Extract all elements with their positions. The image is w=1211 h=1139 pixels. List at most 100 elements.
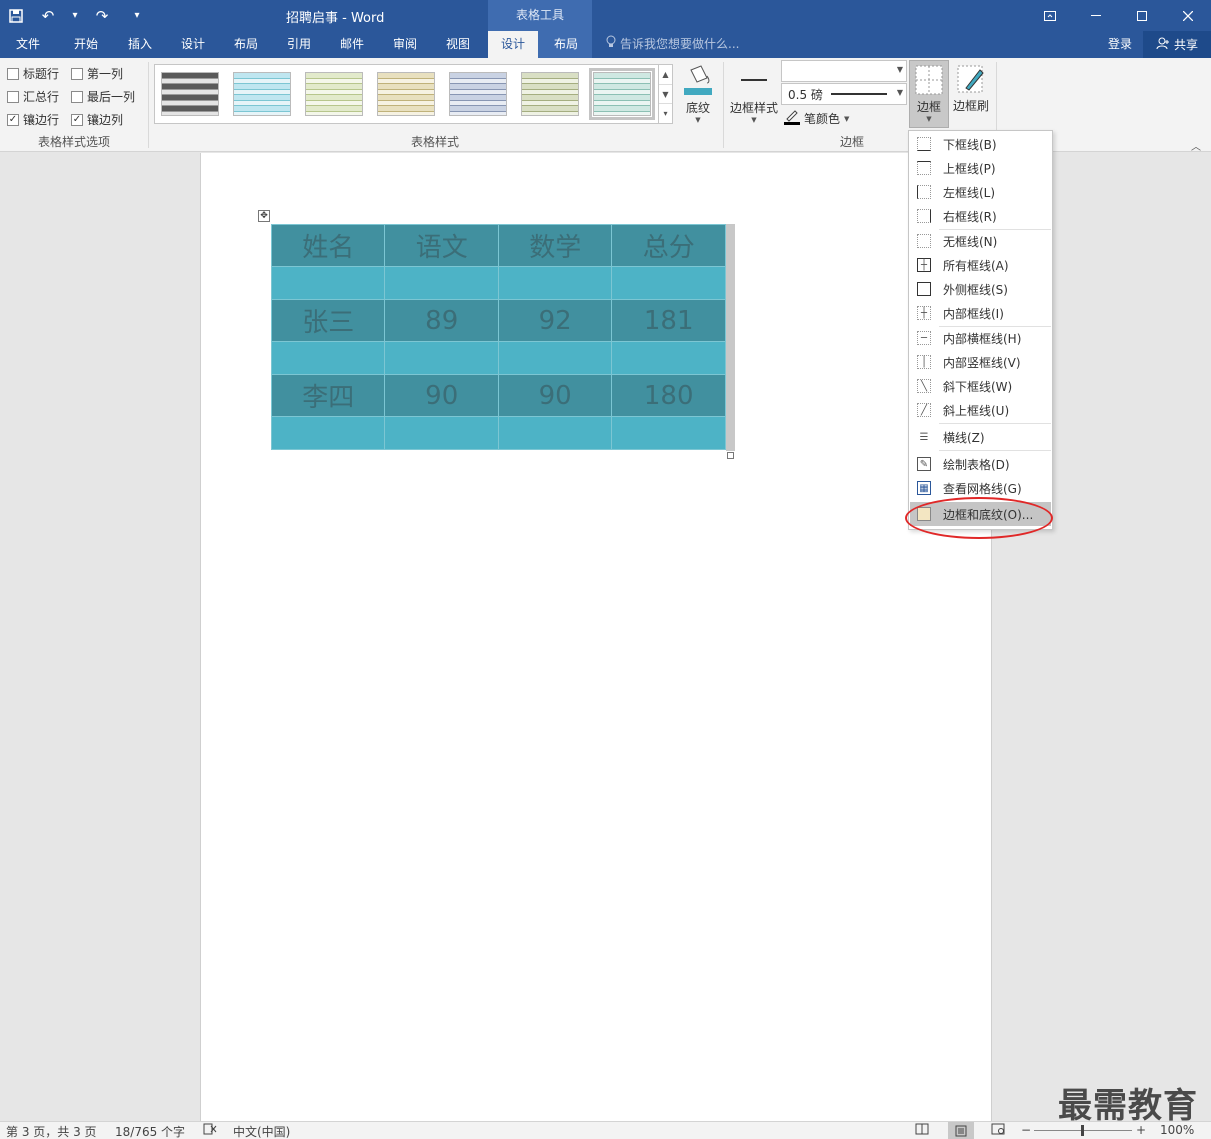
table-cell[interactable]	[611, 416, 726, 450]
line-style-combo[interactable]: ▼	[781, 60, 907, 82]
table-cell[interactable]	[497, 416, 613, 450]
tab-references[interactable]: 引用	[277, 31, 321, 58]
gallery-up-icon[interactable]: ▲	[659, 65, 672, 85]
redo-icon[interactable]: ↷	[86, 0, 118, 31]
tell-me-box[interactable]: 告诉我您想要做什么...	[606, 31, 739, 58]
table-cell[interactable]	[611, 266, 726, 300]
print-layout-icon[interactable]	[948, 1122, 974, 1139]
gallery-more-icon[interactable]: ▾	[659, 104, 672, 123]
menu-item-inside-vertical[interactable]: │ 内部竖框线(V)	[910, 350, 1051, 374]
banded-rows-option[interactable]: ✓ 镶边行	[7, 111, 59, 128]
banded-columns-option[interactable]: ✓ 镶边列	[71, 111, 123, 128]
header-row-option[interactable]: 标题行	[7, 65, 59, 82]
line-style-dropdown-icon[interactable]: ▼	[897, 65, 903, 74]
tab-review[interactable]: 审阅	[383, 31, 427, 58]
proofing-icon[interactable]	[203, 1123, 217, 1138]
table-style-swatch[interactable]	[377, 72, 435, 116]
undo-dropdown-icon[interactable]: ▾	[64, 0, 86, 31]
table-style-swatch[interactable]	[161, 72, 219, 116]
menu-item-inside-borders[interactable]: ┼ 内部框线(I)	[910, 301, 1051, 325]
word-count[interactable]: 18/765 个字	[115, 1123, 185, 1139]
shading-button[interactable]: 底纹 ▼	[680, 64, 716, 124]
pen-weight-dropdown-icon[interactable]: ▼	[897, 88, 903, 97]
table-cell[interactable]	[270, 266, 386, 300]
banded-columns-checkbox[interactable]: ✓	[71, 113, 83, 126]
first-column-checkbox[interactable]	[71, 67, 83, 80]
pen-weight-combo[interactable]: 0.5 磅 ▼	[781, 83, 907, 105]
qat-customize-icon[interactable]: ▾	[126, 0, 148, 31]
table-cell[interactable]	[270, 341, 386, 375]
first-column-option[interactable]: 第一列	[71, 65, 123, 82]
menu-item-diagonal-up[interactable]: ╱ 斜上框线(U)	[910, 398, 1051, 422]
table-cell[interactable]: 李四	[270, 374, 386, 417]
table-cell[interactable]: 89	[384, 299, 499, 342]
table-cell[interactable]: 90	[497, 374, 613, 417]
score-table[interactable]: 姓名 语文 数学 总分 张三 89 92 181 李四 90 90 180	[270, 224, 726, 450]
total-row-checkbox[interactable]	[7, 90, 19, 103]
menu-item-top-border[interactable]: 上框线(P)	[910, 156, 1051, 180]
menu-item-right-border[interactable]: 右框线(R)	[910, 204, 1051, 228]
table-style-swatch[interactable]	[305, 72, 363, 116]
banded-rows-checkbox[interactable]: ✓	[7, 113, 19, 126]
table-cell[interactable]: 总分	[611, 224, 726, 267]
tab-insert[interactable]: 插入	[118, 31, 162, 58]
table-cell[interactable]	[611, 341, 726, 375]
save-icon[interactable]	[0, 0, 32, 31]
tab-home[interactable]: 开始	[64, 31, 108, 58]
total-row-option[interactable]: 汇总行	[7, 88, 59, 105]
menu-item-horizontal-line[interactable]: ☰ 横线(Z)	[910, 425, 1051, 449]
pen-color-button[interactable]: 笔颜色 ▼	[784, 109, 849, 128]
menu-item-draw-table[interactable]: ✎ 绘制表格(D)	[910, 452, 1051, 476]
borders-button[interactable]: 边框 ▼	[909, 60, 949, 128]
collapse-ribbon-icon[interactable]: ︿	[1191, 138, 1201, 153]
menu-item-no-border[interactable]: 无框线(N)	[910, 229, 1051, 253]
last-column-checkbox[interactable]	[71, 90, 83, 103]
table-cell[interactable]: 90	[384, 374, 499, 417]
tab-layout[interactable]: 布局	[224, 31, 268, 58]
zoom-out-icon[interactable]: −	[1021, 1123, 1031, 1137]
table-style-swatch[interactable]	[449, 72, 507, 116]
page-count[interactable]: 第 3 页，共 3 页	[6, 1123, 97, 1139]
table-cell[interactable]: 张三	[270, 299, 386, 342]
table-cell[interactable]	[384, 416, 499, 450]
menu-item-diagonal-down[interactable]: ╲ 斜下框线(W)	[910, 374, 1051, 398]
language-indicator[interactable]: 中文(中国)	[233, 1123, 290, 1139]
ribbon-display-icon[interactable]	[1027, 0, 1073, 31]
menu-item-inside-horizontal[interactable]: ─ 内部横框线(H)	[910, 326, 1051, 350]
table-cell[interactable]	[497, 341, 613, 375]
table-cell[interactable]	[270, 416, 386, 450]
border-styles-button[interactable]: 边框样式 ▼	[728, 70, 780, 124]
table-style-swatch[interactable]	[233, 72, 291, 116]
login-link[interactable]: 登录	[1108, 31, 1132, 58]
close-icon[interactable]	[1165, 0, 1211, 31]
table-cell[interactable]	[384, 266, 499, 300]
table-cell[interactable]: 180	[611, 374, 726, 417]
table-move-handle-icon[interactable]: ✥	[258, 210, 270, 222]
menu-item-left-border[interactable]: 左框线(L)	[910, 180, 1051, 204]
undo-icon[interactable]: ↶	[32, 0, 64, 31]
tab-file[interactable]: 文件	[6, 31, 50, 58]
table-cell[interactable]	[384, 341, 499, 375]
tab-table-design[interactable]: 设计	[488, 31, 538, 58]
minimize-icon[interactable]	[1073, 0, 1119, 31]
menu-item-outside-borders[interactable]: 外侧框线(S)	[910, 277, 1051, 301]
last-column-option[interactable]: 最后一列	[71, 88, 135, 105]
table-cell[interactable]: 姓名	[270, 224, 386, 267]
border-painter-button[interactable]: 边框刷	[951, 64, 991, 114]
table-cell[interactable]: 数学	[497, 224, 613, 267]
menu-item-all-borders[interactable]: ┼ 所有框线(A)	[910, 253, 1051, 277]
share-button[interactable]: 共享	[1143, 31, 1211, 58]
tab-table-layout[interactable]: 布局	[542, 31, 590, 58]
tab-mailings[interactable]: 邮件	[330, 31, 374, 58]
tab-view[interactable]: 视图	[436, 31, 480, 58]
web-layout-icon[interactable]	[991, 1123, 1005, 1138]
table-resize-handle[interactable]	[727, 452, 734, 459]
table-cell[interactable]: 181	[611, 299, 726, 342]
header-row-checkbox[interactable]	[7, 67, 19, 80]
gallery-down-icon[interactable]: ▼	[659, 85, 672, 105]
menu-item-bottom-border[interactable]: 下框线(B)	[910, 132, 1051, 156]
maximize-icon[interactable]	[1119, 0, 1165, 31]
table-cell[interactable]: 语文	[384, 224, 499, 267]
table-style-swatch-selected[interactable]	[589, 68, 655, 120]
read-mode-icon[interactable]	[915, 1123, 929, 1138]
